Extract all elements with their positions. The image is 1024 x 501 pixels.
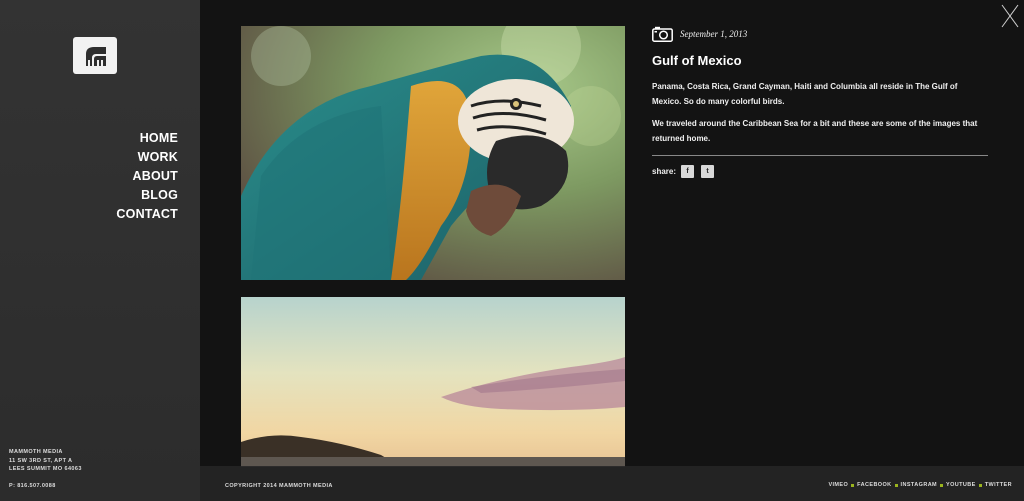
share-label: share: — [652, 166, 677, 176]
photo-sunset[interactable] — [241, 297, 625, 467]
camera-icon — [652, 26, 673, 42]
address-city: LEES SUMMIT MO 64063 — [9, 466, 82, 472]
copyright: COPYRIGHT 2014 MAMMOTH MEDIA — [225, 483, 333, 489]
sidebar: HOME WORK ABOUT BLOG CONTACT MAMMOTH MED… — [0, 0, 200, 501]
company-name: MAMMOTH MEDIA — [9, 449, 63, 455]
social-link-twitter[interactable]: TWITTER — [985, 482, 1012, 488]
company-address: MAMMOTH MEDIA 11 SW 3RD ST, APT A LEES S… — [9, 448, 82, 474]
footer: COPYRIGHT 2014 MAMMOTH MEDIA VIMEO FACEB… — [200, 466, 1024, 501]
separator-dot — [978, 483, 982, 487]
separator-dot — [940, 483, 944, 487]
company-phone: P: 816.507.0088 — [9, 483, 56, 489]
nav-item-home[interactable]: HOME — [140, 129, 178, 148]
close-icon[interactable] — [1000, 4, 1020, 28]
nav-item-blog[interactable]: BLOG — [141, 186, 178, 205]
logo-link[interactable] — [73, 37, 117, 74]
separator-dot — [851, 483, 855, 487]
social-link-instagram[interactable]: INSTAGRAM — [901, 482, 938, 488]
photo-parrot[interactable] — [241, 26, 625, 280]
separator-dot — [894, 483, 898, 487]
address-street: 11 SW 3RD ST, APT A — [9, 457, 73, 464]
social-link-facebook[interactable]: FACEBOOK — [857, 482, 891, 488]
main-nav: HOME WORK ABOUT BLOG CONTACT — [116, 129, 178, 224]
nav-item-about[interactable]: ABOUT — [133, 167, 178, 186]
post-body: Panama, Costa Rica, Grand Cayman, Haiti … — [652, 80, 988, 146]
post-details: September 1, 2013 Gulf of Mexico Panama,… — [652, 26, 988, 178]
post-title: Gulf of Mexico — [652, 53, 742, 68]
social-link-youtube[interactable]: YOUTUBE — [946, 482, 976, 488]
divider — [652, 155, 988, 156]
mammoth-logo-icon — [86, 46, 106, 66]
nav-item-contact[interactable]: CONTACT — [116, 205, 178, 224]
post-meta: September 1, 2013 — [652, 26, 988, 42]
share-bar: share: f t — [652, 164, 988, 178]
share-twitter-button[interactable]: t — [701, 164, 715, 178]
social-link-vimeo[interactable]: VIMEO — [828, 482, 848, 488]
post-paragraph: Panama, Costa Rica, Grand Cayman, Haiti … — [652, 82, 958, 106]
share-facebook-button[interactable]: f — [681, 164, 695, 178]
post-paragraph: We traveled around the Caribbean Sea for… — [652, 119, 978, 143]
social-links: VIMEO FACEBOOK INSTAGRAM YOUTUBE TWITTER — [828, 482, 1012, 488]
post-date: September 1, 2013 — [680, 29, 748, 39]
nav-item-work[interactable]: WORK — [138, 148, 178, 167]
